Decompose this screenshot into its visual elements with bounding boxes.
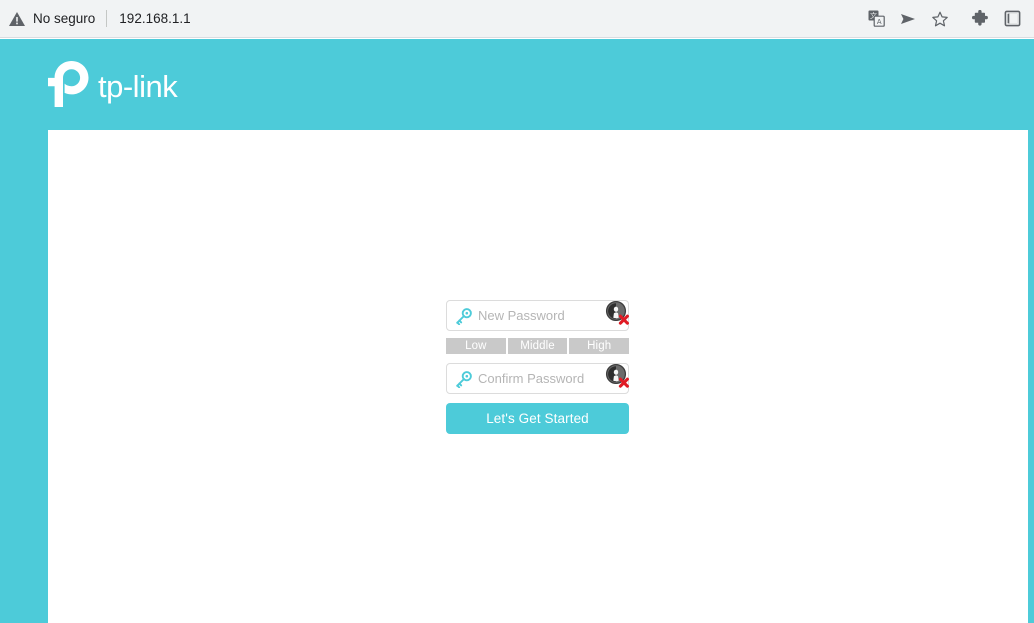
page-header: tp-link [0,39,1034,130]
toolbar-actions: 文 A [858,0,1034,37]
password-setup-form: Low Middle High [446,300,630,434]
new-password-field[interactable] [446,300,629,331]
strength-segment-high: High [569,338,630,354]
address-bar[interactable]: No seguro 192.168.1.1 [0,0,858,37]
lets-get-started-button[interactable]: Let's Get Started [446,403,629,434]
translate-icon[interactable]: 文 A [862,5,890,33]
password-strength-meter: Low Middle High [446,338,630,354]
svg-text:tp-link: tp-link [98,69,178,104]
key-icon [455,371,472,389]
url-text: 192.168.1.1 [119,11,191,26]
star-icon[interactable] [926,5,954,33]
toolbar-separator [954,18,962,19]
side-panel-icon[interactable] [998,5,1026,33]
key-icon [455,308,472,326]
security-status-label: No seguro [33,11,96,26]
tp-link-logo-mark: tp-link [48,61,179,107]
puzzle-piece-icon[interactable] [966,5,994,33]
hide-password-icon[interactable] [605,300,630,325]
hide-password-icon[interactable] [605,363,630,388]
strength-segment-low: Low [446,338,506,354]
tp-link-logo: tp-link [48,55,198,113]
send-arrow-icon[interactable] [894,5,922,33]
content-panel: Low Middle High [48,130,1028,623]
warning-triangle-icon[interactable] [8,10,26,28]
new-password-input[interactable] [447,301,628,330]
router-setup-page: tp-link New Password Low Middle High Con… [0,39,1034,623]
confirm-password-field[interactable] [446,363,629,394]
omnibox-divider [106,10,108,27]
strength-segment-middle: Middle [507,338,568,354]
browser-toolbar: No seguro 192.168.1.1 文 A [0,0,1034,38]
confirm-password-input[interactable] [447,364,628,393]
svg-text:A: A [876,19,881,26]
